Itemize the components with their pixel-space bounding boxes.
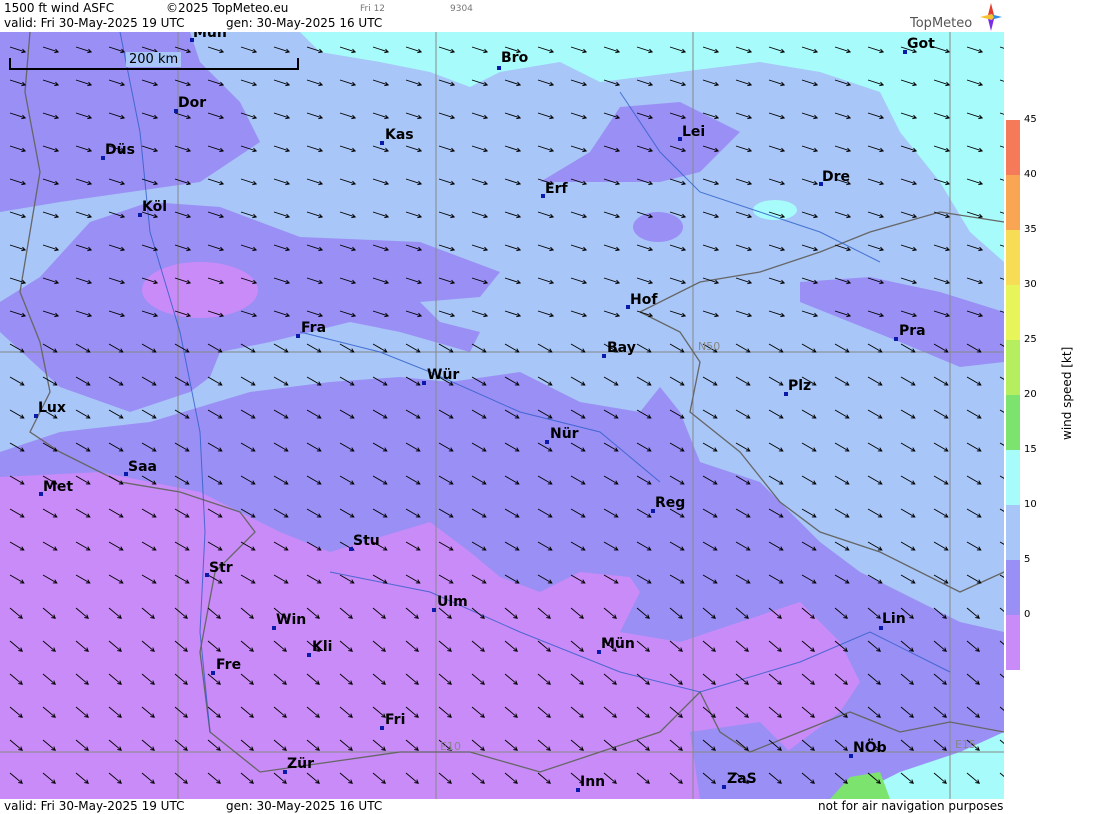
valid-time: valid: Fri 30-May-2025 19 UTC: [4, 16, 185, 30]
city-label[interactable]: ZaS: [727, 772, 757, 786]
city-label[interactable]: Fra: [301, 321, 326, 335]
legend-color-segment: [1006, 340, 1020, 395]
legend-title: wind speed [kt]: [1060, 346, 1074, 440]
legend-color-segment: [1006, 560, 1020, 615]
city-label[interactable]: Hof: [630, 293, 657, 307]
day-code: Fri 12: [360, 4, 386, 14]
legend-color-segment: [1006, 505, 1020, 560]
city-label[interactable]: Dor: [178, 96, 206, 110]
city-label[interactable]: Got: [907, 37, 935, 51]
scale-label: 200 km: [126, 52, 182, 67]
city-label[interactable]: Reg: [655, 496, 685, 510]
footer-valid-time: valid: Fri 30-May-2025 19 UTC: [4, 799, 185, 813]
disclaimer-text: not for air navigation purposes: [818, 799, 1004, 813]
legend-color-segment: [1006, 450, 1020, 505]
topmeteo-logo[interactable]: TopMeteo: [910, 3, 1002, 31]
city-label[interactable]: Dre: [822, 170, 850, 184]
legend-tick-label: 0: [1024, 609, 1031, 620]
city-label[interactable]: Pra: [899, 324, 926, 338]
wind-zone-5-10-spot: [633, 212, 683, 242]
wind-speed-legend: [1006, 120, 1020, 670]
legend-color-segment: [1006, 230, 1020, 285]
legend-tick-label: 10: [1024, 499, 1037, 510]
wind-field: [0, 32, 1004, 799]
legend-tick-label: 20: [1024, 389, 1037, 400]
id-code: 9304: [450, 4, 473, 14]
city-label[interactable]: Kas: [385, 128, 414, 142]
legend-color-segment: [1006, 285, 1020, 340]
city-label[interactable]: Mün: [193, 32, 227, 40]
city-label[interactable]: Ulm: [437, 595, 468, 609]
wind-zone-0-5-koeln: [142, 262, 258, 318]
compass-icon: [980, 3, 1002, 31]
legend-color-segment: [1006, 395, 1020, 450]
city-label[interactable]: Fri: [385, 713, 405, 727]
legend-tick-label: 45: [1024, 114, 1037, 125]
scale-bar: 200 km: [9, 52, 299, 70]
city-label[interactable]: Bay: [607, 341, 636, 355]
city-label[interactable]: Lin: [882, 612, 906, 626]
city-label[interactable]: Wür: [427, 368, 459, 382]
city-label[interactable]: Fre: [216, 658, 241, 672]
lat-label-n50: N50: [698, 340, 721, 353]
city-label[interactable]: Str: [209, 561, 233, 575]
city-label[interactable]: Lei: [682, 125, 705, 139]
city-label[interactable]: Plz: [788, 379, 811, 393]
footer-generated-time: gen: 30-May-2025 16 UTC: [226, 799, 383, 813]
city-label[interactable]: Stu: [353, 534, 380, 548]
city-label[interactable]: Saa: [128, 460, 157, 474]
copyright-text: ©2025 TopMeteo.eu: [166, 1, 289, 15]
city-label[interactable]: Win: [276, 613, 306, 627]
city-label[interactable]: Kli: [312, 640, 332, 654]
legend-color-segment: [1006, 175, 1020, 230]
header-bar: 1500 ft wind ASFC ©2025 TopMeteo.eu Fri …: [0, 0, 1004, 32]
city-label[interactable]: Bro: [501, 51, 528, 65]
city-label[interactable]: Mün: [601, 637, 635, 651]
city-label[interactable]: Met: [43, 480, 73, 494]
legend-tick-label: 30: [1024, 279, 1037, 290]
legend-color-segment: [1006, 120, 1020, 175]
lon-label-e15: E15: [955, 738, 976, 751]
map-title: 1500 ft wind ASFC: [4, 1, 115, 15]
city-label[interactable]: Lux: [38, 401, 66, 415]
generated-time: gen: 30-May-2025 16 UTC: [226, 16, 383, 30]
wind-map[interactable]: 200 km N50 E10 E15 Mün Bro Got Dor Kas L…: [0, 32, 1004, 799]
legend-tick-label: 15: [1024, 444, 1037, 455]
city-label[interactable]: Inn: [580, 775, 605, 789]
logo-text: TopMeteo: [910, 16, 973, 31]
legend-color-segment: [1006, 615, 1020, 670]
city-label[interactable]: Düs: [105, 143, 135, 157]
legend-tick-label: 35: [1024, 224, 1037, 235]
city-label[interactable]: Zür: [287, 757, 314, 771]
lon-label-e10: E10: [440, 740, 461, 753]
footer-bar: valid: Fri 30-May-2025 19 UTC gen: 30-Ma…: [0, 799, 1004, 814]
legend-tick-label: 5: [1024, 554, 1031, 565]
city-label[interactable]: Köl: [142, 200, 167, 214]
city-label[interactable]: Nür: [550, 427, 579, 441]
city-label[interactable]: Erf: [545, 182, 568, 196]
city-label[interactable]: NÖb: [853, 741, 887, 755]
legend-tick-label: 25: [1024, 334, 1037, 345]
legend-tick-label: 40: [1024, 169, 1037, 180]
